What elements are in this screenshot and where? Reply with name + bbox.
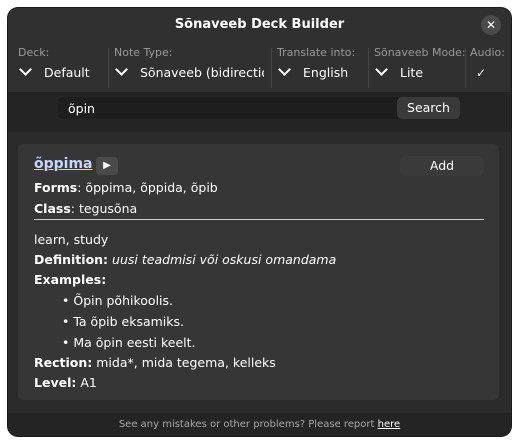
search-button[interactable]: Search: [397, 97, 460, 119]
deck-value: Default: [44, 65, 90, 80]
translate-dropdown[interactable]: English: [277, 63, 349, 80]
results-area[interactable]: õppima ▶ Add Forms: õppima, õppida, õpib…: [8, 132, 511, 413]
note-type-option: Note Type: Sõnaveeb (bidirection: [114, 42, 272, 92]
result-card: õppima ▶ Add Forms: õppima, õppida, õpib…: [18, 144, 499, 400]
rection-value: mida*, mida tegema, kelleks: [96, 355, 276, 370]
mode-option: Sõnaveeb Mode: Lite: [374, 42, 466, 92]
headword-link[interactable]: õppima: [34, 156, 93, 172]
note-type-value: Sõnaveeb (bidirection: [140, 65, 264, 80]
examples-label: Examples:: [34, 272, 107, 287]
mode-value: Lite: [400, 65, 424, 80]
close-icon: ✕: [485, 18, 497, 32]
footer: See any mistakes or other problems? Plea…: [8, 413, 511, 436]
example-item: • Õpin põhikoolis.: [62, 293, 173, 308]
chevron-down-icon: [19, 63, 32, 76]
definition-label: Definition:: [34, 252, 109, 267]
mode-label: Sõnaveeb Mode:: [374, 46, 466, 59]
translate-value: English: [303, 65, 349, 80]
definition-line: Definition: uusi teadmisi või oskusi oma…: [34, 252, 336, 267]
divider: [271, 48, 272, 88]
divider: [368, 48, 369, 88]
rection-line: Rection: mida*, mida tegema, kelleks: [34, 355, 276, 370]
deck-option: Deck: Default: [18, 42, 108, 92]
translation: learn, study: [34, 232, 109, 247]
chevron-down-icon: [278, 63, 291, 76]
level-value: A1: [80, 375, 97, 390]
divider: [108, 48, 109, 88]
translate-option: Translate into: English: [277, 42, 367, 92]
search-input[interactable]: [58, 97, 406, 119]
divider: [465, 48, 466, 88]
play-icon: ▶: [103, 160, 111, 171]
note-type-label: Note Type:: [114, 46, 173, 59]
deck-label: Deck:: [18, 46, 50, 59]
rection-label: Rection:: [34, 355, 93, 370]
deck-dropdown[interactable]: Default: [18, 63, 90, 80]
definition-value: uusi teadmisi või oskusi omandama: [112, 252, 337, 267]
level-label: Level:: [34, 375, 77, 390]
audio-option: Audio: ✓: [470, 42, 510, 92]
headword[interactable]: õppima: [34, 156, 93, 172]
note-type-dropdown[interactable]: Sõnaveeb (bidirection: [114, 65, 264, 80]
class-label: Class: [34, 201, 71, 216]
checkmark-icon: ✓: [475, 66, 487, 80]
class-value: : tegusõna: [70, 201, 138, 216]
forms-label: Forms: [34, 180, 78, 195]
mode-dropdown[interactable]: Lite: [374, 63, 424, 80]
chevron-down-icon: [115, 65, 128, 76]
titlebar: Sõnaveeb Deck Builder ✕: [8, 8, 511, 42]
chevron-down-icon: [375, 63, 388, 76]
footer-text: See any mistakes or other problems? Plea…: [118, 419, 375, 430]
app-window: Sõnaveeb Deck Builder ✕ Deck: Default No…: [8, 8, 511, 436]
audio-checkbox[interactable]: ✓: [474, 66, 488, 80]
class-line: Class: tegusõna: [34, 201, 137, 216]
window-title: Sõnaveeb Deck Builder: [174, 17, 345, 32]
level-line: Level: A1: [34, 375, 97, 390]
forms-line: Forms: õppima, õppida, õpib: [34, 180, 218, 195]
play-audio-button[interactable]: ▶: [96, 157, 118, 175]
example-item: • Ma õpin eesti keelt.: [62, 335, 196, 350]
search-bar: Search: [8, 92, 511, 132]
report-link[interactable]: here: [378, 419, 401, 430]
translate-label: Translate into:: [277, 46, 356, 59]
forms-value: : õppima, õppida, õpib: [77, 180, 218, 195]
close-button[interactable]: ✕: [481, 15, 501, 35]
add-button[interactable]: Add: [400, 156, 484, 176]
options-bar: Deck: Default Note Type: Sõnaveeb (bidir…: [8, 42, 511, 92]
separator-line: [34, 219, 484, 220]
example-item: • Ta õpib eksamiks.: [62, 314, 184, 329]
audio-label: Audio:: [470, 46, 505, 59]
